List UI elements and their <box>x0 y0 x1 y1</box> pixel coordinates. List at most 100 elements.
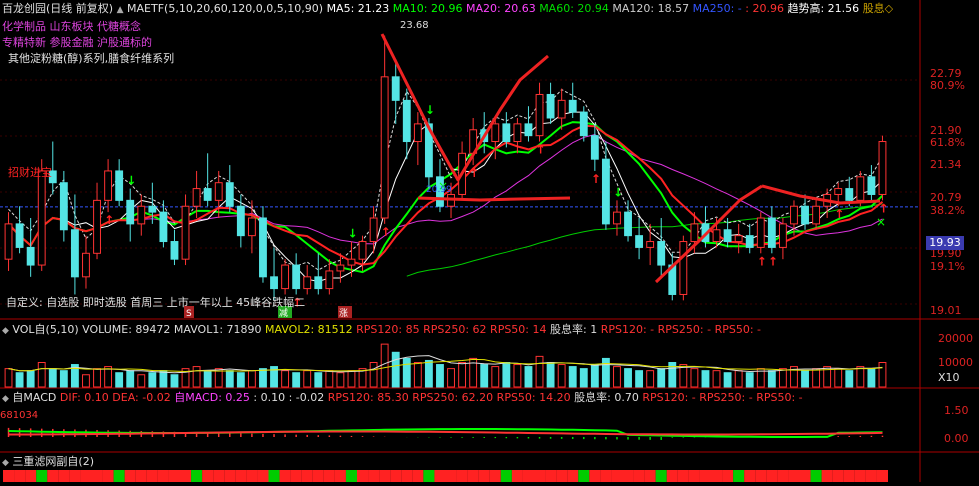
macd-title[interactable]: 自MACD <box>12 391 56 404</box>
macd-indicator: DIF: 0.10 <box>59 391 113 404</box>
macd-indicator: : 0.10 <box>253 391 289 404</box>
volume-bar <box>524 366 533 388</box>
candle-body <box>513 123 522 143</box>
candle <box>380 35 389 224</box>
filter-bar <box>390 470 402 482</box>
macd-values: DIF: 0.10 DEA: -0.02 自MACD: 0.25 : 0.10 … <box>60 391 803 404</box>
candle-body <box>380 76 389 219</box>
filter-bar <box>412 470 424 482</box>
candle-body <box>15 223 24 248</box>
filter-bar <box>157 470 169 482</box>
filter-bar <box>91 470 103 482</box>
cross-marker: × <box>876 215 886 229</box>
ma-formula[interactable]: MAETF(5,10,20,60,120,0,0,5,10,90) <box>127 2 323 15</box>
filter-bar <box>755 470 767 482</box>
candle-body <box>867 176 876 195</box>
filter-bar <box>788 470 800 482</box>
filter-bar <box>80 470 92 482</box>
filter-bar <box>323 470 335 482</box>
filter-bar <box>14 470 26 482</box>
filter-bar <box>257 470 269 482</box>
candle-body <box>402 99 411 143</box>
volume-bar <box>458 362 467 388</box>
candle <box>104 159 113 213</box>
filter-bar <box>489 470 501 482</box>
volume-bar <box>657 368 666 388</box>
marker-s: S <box>186 309 192 319</box>
candle-body <box>778 223 787 248</box>
candle-body <box>413 123 422 143</box>
candle <box>613 200 621 236</box>
volume-bar <box>203 370 212 388</box>
volume-header: ◆ VOL自(5,10) VOLUME: 89472 MAVOL1: 71890… <box>2 323 761 338</box>
volume-bar <box>380 343 389 388</box>
candle <box>225 165 234 213</box>
filter-bar <box>633 470 645 482</box>
candle <box>59 170 68 242</box>
filter-bar <box>567 470 579 482</box>
volume-bar <box>834 368 843 388</box>
buy-arrow: ↑ <box>591 172 601 186</box>
price-axis-label: 19.1% <box>930 260 965 273</box>
candlestick-chart[interactable]: 2000010000X10 1.500.00 ↑↑↑↑↑↑↑ ↑↑ ↑↓↓↓↓××招… <box>0 0 979 482</box>
candle <box>347 241 356 277</box>
signal-tag: 招财进宝 <box>8 165 52 179</box>
volume-bar <box>613 366 621 388</box>
sell-arrow: ↓ <box>425 103 435 117</box>
volume-indicator: RPS250: - <box>657 323 715 336</box>
candle-body <box>292 264 301 290</box>
macd-indicator: RPS50: 14.20 <box>496 391 575 404</box>
volume-bar <box>336 372 345 388</box>
candle-body <box>214 182 223 201</box>
filter-bar <box>102 470 114 482</box>
filter-bar <box>135 470 147 482</box>
candle-body <box>26 246 35 266</box>
grid-lines <box>0 0 979 482</box>
candle <box>236 194 245 248</box>
macd-side-value: 681034 <box>0 410 39 421</box>
price-axis-label: 21.34 <box>930 158 962 171</box>
candle-body <box>801 205 809 225</box>
volume-bar <box>867 368 876 388</box>
filter-bar <box>799 470 811 482</box>
filter-bar <box>622 470 634 482</box>
buy-arrow: ↑ <box>878 201 888 215</box>
filter-bar <box>556 470 568 482</box>
volume-title[interactable]: VOL自(5,10) <box>12 323 78 336</box>
candle-body <box>137 205 146 225</box>
volume-bar <box>646 370 655 388</box>
stock-name[interactable]: 百龙创园(日线 前复权) <box>2 2 113 15</box>
volume-bar <box>225 370 234 388</box>
filter-bar <box>113 470 125 482</box>
filter-bar <box>334 470 346 482</box>
collapse-icon[interactable]: ◆ <box>2 458 9 468</box>
collapse-icon[interactable]: ◆ <box>2 326 9 336</box>
buy-arrow: ↑ <box>536 143 546 157</box>
filter-bar <box>744 470 756 482</box>
volume-bar <box>801 370 809 388</box>
filter-bar <box>711 470 723 482</box>
volume-bar <box>15 372 24 388</box>
candle <box>369 206 378 254</box>
buy-arrow: ↑ <box>469 166 479 180</box>
collapse-icon[interactable]: ◆ <box>2 394 9 404</box>
candle <box>259 206 267 283</box>
ma-value: MA10: 20.96 <box>392 2 466 15</box>
filter-bar <box>279 470 291 482</box>
candle <box>82 235 90 289</box>
ma-value: MA250: - <box>692 2 746 15</box>
collapse-icon[interactable]: ▲ <box>117 5 124 15</box>
candle-body <box>192 188 201 207</box>
candle-body <box>369 217 378 243</box>
candle-body <box>679 241 688 295</box>
candle <box>745 223 754 254</box>
stock-chart-window: 20000 10000 X10 1.50 0.00 ↑ ↑ ↑ ↑ ↑ ↑ ↑ ↑ ↑ ↑ ↓ ↓ ↓ ↓ × × 招… <box>0 0 979 482</box>
filter-title[interactable]: 三重滤网副自(2) <box>12 455 94 468</box>
buy-arrow: ↑ <box>768 254 778 268</box>
candle-body <box>767 217 776 248</box>
volume-bar <box>845 370 854 388</box>
volume-bar <box>347 370 356 388</box>
candle <box>70 194 79 295</box>
candle-body <box>590 135 599 160</box>
ma10-line <box>7 121 884 274</box>
